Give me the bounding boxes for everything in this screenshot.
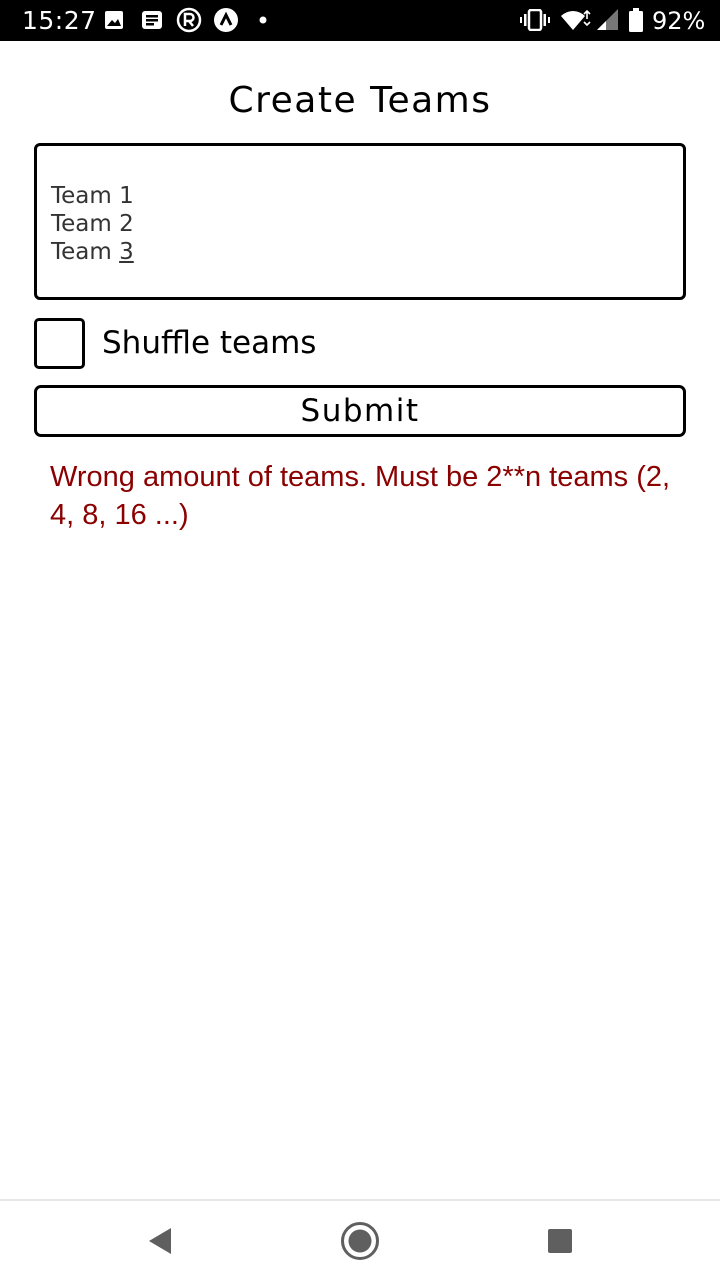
team-line: Team 3 xyxy=(51,238,669,266)
home-icon[interactable] xyxy=(340,1221,380,1261)
r-icon xyxy=(176,7,202,33)
page-title: Create Teams xyxy=(228,80,492,121)
shuffle-label[interactable]: Shuffle teams xyxy=(102,325,316,361)
vibrate-icon xyxy=(520,8,550,32)
team-line-composing-text: 3 xyxy=(119,239,134,265)
battery-percent: 92% xyxy=(652,7,706,35)
team-line: Team 1 xyxy=(51,183,134,209)
team-line-prefix: Team xyxy=(51,239,120,265)
status-time: 15:27 xyxy=(22,6,97,35)
status-bar: 15:27 92% xyxy=(0,0,720,41)
image-icon xyxy=(104,8,124,32)
battery-icon xyxy=(629,8,643,32)
recents-icon[interactable] xyxy=(540,1221,580,1261)
error-message: Wrong amount of teams. Must be 2**n team… xyxy=(50,461,671,531)
news-icon xyxy=(141,8,163,32)
a-icon xyxy=(213,8,239,32)
signal-icon xyxy=(596,8,620,32)
teams-textarea[interactable]: Team 1 Team 2 Team 3 xyxy=(34,143,686,300)
wifi-icon xyxy=(560,8,592,32)
dot-icon xyxy=(258,8,268,32)
screen: 15:27 92% Create Teams Team 1 Team 2 Tea… xyxy=(0,0,720,1280)
submit-button[interactable]: Submit xyxy=(34,385,686,437)
navigation-bar xyxy=(0,1199,720,1280)
shuffle-checkbox[interactable] xyxy=(34,318,85,369)
back-icon[interactable] xyxy=(140,1221,180,1261)
team-line: Team 2 xyxy=(51,211,134,237)
